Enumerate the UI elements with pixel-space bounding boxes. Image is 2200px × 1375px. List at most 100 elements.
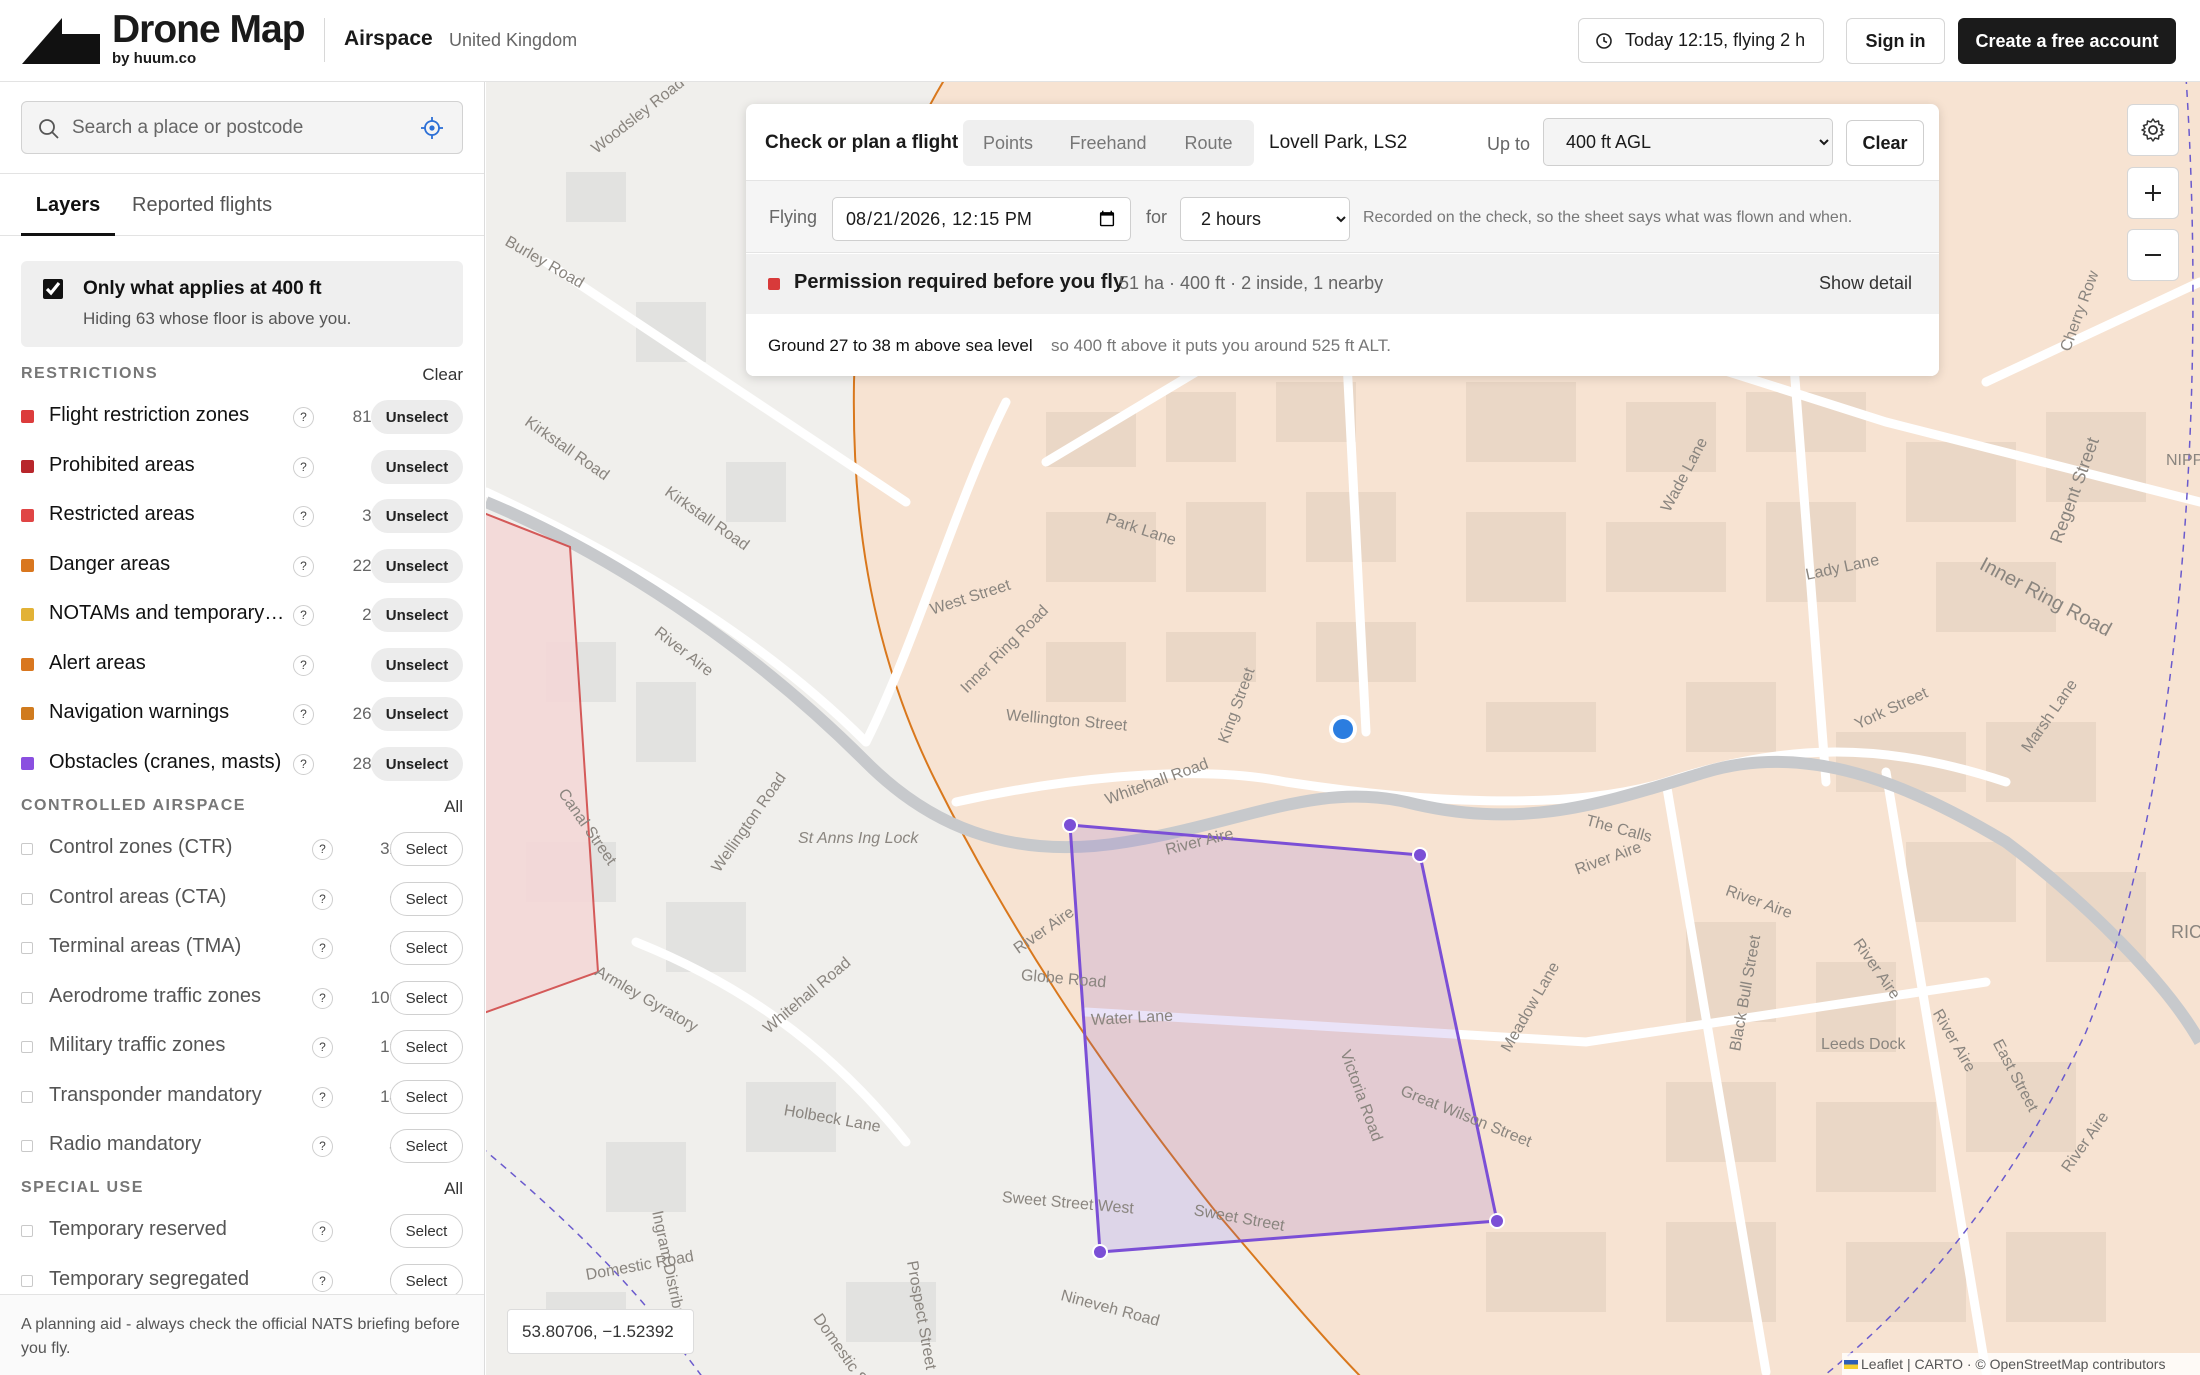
map-settings-button[interactable] [2127, 104, 2179, 156]
layer-row[interactable]: Prohibited areas?2Unselect [21, 448, 463, 484]
brand-name[interactable]: Drone Map [112, 10, 306, 49]
help-icon[interactable]: ? [312, 889, 333, 910]
zoom-out-button[interactable] [2127, 229, 2179, 281]
mode-points-button[interactable]: Points [963, 120, 1053, 166]
layer-row[interactable]: Danger areas? 228 Unselect [21, 547, 463, 583]
unselect-button[interactable]: Unselect [371, 549, 463, 583]
unselect-button[interactable]: Unselect [371, 648, 463, 682]
help-icon[interactable]: ? [293, 506, 314, 527]
help-icon[interactable]: ? [293, 457, 314, 478]
layer-swatch [21, 1225, 33, 1237]
coordinate-readout: 53.80706, −1.52392 [507, 1309, 694, 1354]
time-button[interactable]: Today 12:15, flying 2 h [1578, 18, 1824, 63]
layer-row[interactable]: Flight restriction zones? 816 Unselect [21, 398, 463, 434]
layer-label: Military traffic zones [49, 1034, 226, 1056]
help-icon[interactable]: ? [312, 839, 333, 860]
create-account-button[interactable]: Create a free account [1958, 18, 2176, 64]
select-button[interactable]: Select [390, 1080, 463, 1114]
help-icon[interactable]: ? [312, 938, 333, 959]
controlled-all-button[interactable]: All [444, 797, 463, 817]
layer-swatch [21, 410, 34, 423]
unselect-button[interactable]: Unselect [371, 598, 463, 632]
sign-in-button[interactable]: Sign in [1846, 18, 1945, 64]
map-label: Leeds Dock [1821, 1036, 1906, 1053]
unselect-button[interactable]: Unselect [371, 450, 463, 484]
flight-area-vertex[interactable] [1062, 817, 1078, 833]
flight-area-vertex[interactable] [1092, 1244, 1108, 1260]
layer-row[interactable]: Temporary reserved?0Select [21, 1212, 463, 1248]
help-icon[interactable]: ? [293, 704, 314, 725]
app-header: Drone Map by huum.co Airspace United Kin… [0, 0, 2200, 82]
select-button[interactable]: Select [390, 931, 463, 965]
help-icon[interactable]: ? [293, 754, 314, 775]
layer-swatch [21, 707, 34, 720]
leaflet-link[interactable]: Leaflet [1861, 1356, 1903, 1372]
locate-icon[interactable] [420, 116, 444, 140]
clock-icon [1596, 32, 1612, 49]
select-button[interactable]: Select [390, 882, 463, 916]
select-button[interactable]: Select [390, 1129, 463, 1163]
show-detail-button[interactable]: Show detail [1819, 273, 1912, 294]
zoom-in-button[interactable] [2127, 167, 2179, 219]
ukraine-flag-icon [1844, 1359, 1858, 1369]
layer-label: Danger areas [49, 553, 171, 575]
status-indicator [768, 278, 780, 290]
unselect-button[interactable]: Unselect [371, 499, 463, 533]
mode-freehand-button[interactable]: Freehand [1053, 120, 1163, 166]
tab-layers[interactable]: Layers [21, 174, 115, 236]
layer-row[interactable]: Radio mandatory?4Select [21, 1127, 463, 1163]
attribution-text: | CARTO · © OpenStreetMap contributors [1906, 1356, 2166, 1372]
select-button[interactable]: Select [390, 1214, 463, 1248]
layer-row[interactable]: Obstacles (cranes, masts)? 289 Unselect [21, 745, 463, 781]
tab-reported-flights[interactable]: Reported flights [132, 174, 272, 236]
layer-row[interactable]: Control areas (CTA)?0Select [21, 880, 463, 916]
select-button[interactable]: Select [390, 981, 463, 1015]
unselect-button[interactable]: Unselect [371, 697, 463, 731]
altitude-note: so 400 ft above it puts you around 525 f… [1051, 336, 1391, 355]
help-icon[interactable]: ? [312, 1037, 333, 1058]
layer-swatch [21, 559, 34, 572]
select-button[interactable]: Select [390, 832, 463, 866]
clear-flight-button[interactable]: Clear [1846, 120, 1924, 166]
current-location-marker[interactable] [1333, 719, 1353, 739]
layer-row[interactable]: Navigation warnings? 263 Unselect [21, 695, 463, 731]
layer-row[interactable]: Control zones (CTR)?32Select [21, 830, 463, 866]
flight-area-vertex[interactable] [1489, 1213, 1505, 1229]
layer-row[interactable]: Temporary segregated?0Select [21, 1262, 463, 1298]
search-input[interactable] [72, 110, 402, 146]
layer-row[interactable]: Transponder mandatory?14Select [21, 1078, 463, 1114]
help-icon[interactable]: ? [312, 1221, 333, 1242]
restrictions-clear-button[interactable]: Clear [422, 365, 463, 385]
help-icon[interactable]: ? [293, 655, 314, 676]
select-button[interactable]: Select [390, 1264, 463, 1298]
unselect-button[interactable]: Unselect [371, 747, 463, 781]
duration-select[interactable]: 2 hours [1180, 197, 1350, 241]
layer-row[interactable]: Alert areas?0Unselect [21, 646, 463, 682]
layer-row[interactable]: Military traffic zones?19Select [21, 1028, 463, 1064]
help-icon[interactable]: ? [312, 988, 333, 1009]
layer-swatch [21, 843, 33, 855]
help-icon[interactable]: ? [293, 556, 314, 577]
section-title: SPECIAL USE [21, 1179, 144, 1196]
unselect-button[interactable]: Unselect [371, 400, 463, 434]
select-button[interactable]: Select [390, 1030, 463, 1064]
layer-row[interactable]: Terminal areas (TMA)?0Select [21, 929, 463, 965]
altitude-select[interactable]: 400 ft AGL [1543, 118, 1833, 166]
logo-icon[interactable] [22, 16, 100, 66]
layer-row[interactable]: NOTAMs and temporary restrictions?20Unse… [21, 596, 463, 632]
layer-row[interactable]: Restricted areas?39Unselect [21, 497, 463, 533]
altitude-filter-checkbox[interactable] [43, 279, 63, 299]
help-icon[interactable]: ? [312, 1271, 333, 1292]
mode-route-button[interactable]: Route [1163, 120, 1254, 166]
flight-datetime-input[interactable] [832, 197, 1131, 241]
help-icon[interactable]: ? [312, 1136, 333, 1157]
flight-area-vertex[interactable] [1412, 847, 1428, 863]
layer-row[interactable]: Aerodrome traffic zones? 109 Select [21, 979, 463, 1015]
flying-label: Flying [769, 207, 818, 227]
section-title: CONTROLLED AIRSPACE [21, 797, 246, 814]
help-icon[interactable]: ? [293, 605, 314, 626]
special-use-all-button[interactable]: All [444, 1179, 463, 1199]
help-icon[interactable]: ? [312, 1087, 333, 1108]
help-icon[interactable]: ? [293, 407, 314, 428]
layer-swatch [21, 1275, 33, 1287]
